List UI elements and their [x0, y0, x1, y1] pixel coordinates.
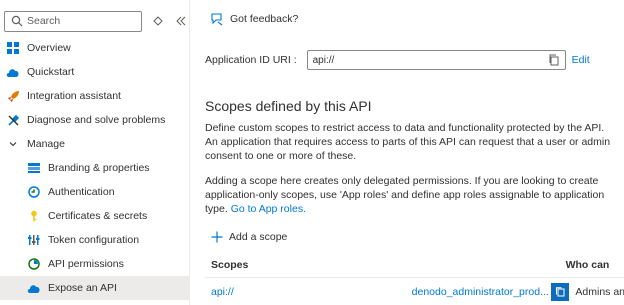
add-scope-label: Add a scope: [229, 231, 288, 243]
plus-icon: [211, 231, 223, 243]
scopes-table-header: Scopes Who can: [205, 252, 624, 278]
scope-link[interactable]: api://: [205, 286, 412, 298]
wrench-icon: [6, 113, 20, 127]
who-can-consent-value: Admins an: [575, 286, 624, 298]
sidebar-item-diagnose[interactable]: Diagnose and solve problems: [0, 108, 190, 132]
sidebar-search-row: [4, 10, 190, 32]
sidebar-item-expose-an-api[interactable]: Expose an API: [0, 276, 190, 300]
column-header-scopes: Scopes: [211, 258, 249, 271]
sidebar-item-label: Branding & properties: [48, 162, 150, 174]
feedback-icon: [211, 13, 223, 26]
edit-link[interactable]: Edit: [572, 54, 590, 66]
sidebar-item-branding[interactable]: Branding & properties: [0, 156, 190, 180]
sidebar-item-label: Quickstart: [27, 66, 75, 78]
app-id-uri-row: Application ID URI : api:// Edit: [205, 50, 590, 70]
sidebar-item-label: Manage: [27, 138, 65, 150]
delegated-permissions-note: Adding a scope here creates only delegat…: [205, 174, 615, 216]
branding-icon: [27, 161, 41, 175]
key-icon: [27, 209, 41, 223]
sidebar-item-quickstart[interactable]: Quickstart: [0, 60, 190, 84]
options-icon[interactable]: [151, 14, 165, 28]
main-content: Got feedback? Application ID URI : api:/…: [191, 0, 624, 305]
search-icon: [11, 15, 23, 27]
scope-name-link[interactable]: denodo_administrator_prod...: [412, 286, 552, 298]
app-id-uri-value: api://: [312, 54, 335, 66]
api-permissions-icon: [27, 257, 41, 271]
sidebar-item-overview[interactable]: Overview: [0, 36, 190, 60]
copy-scope-icon[interactable]: [551, 283, 570, 301]
feedback-label: Got feedback?: [230, 13, 299, 25]
cloud-api-icon: [27, 281, 41, 295]
add-scope-button[interactable]: Add a scope: [211, 231, 287, 243]
search-input[interactable]: [27, 15, 127, 27]
collapse-sidebar-icon[interactable]: [174, 14, 188, 28]
overview-icon: [6, 41, 20, 55]
scopes-description: Define custom scopes to restrict access …: [205, 122, 611, 162]
table-row: api:// denodo_administrator_prod... Admi…: [205, 280, 624, 304]
column-header-who-can-consent: Who can: [565, 258, 610, 271]
sidebar: Overview Quickstart Integration assistan…: [0, 0, 190, 305]
app-id-uri-field[interactable]: api://: [306, 50, 566, 70]
token-config-icon: [27, 233, 41, 247]
authentication-icon: [27, 185, 41, 199]
sidebar-item-api-permissions[interactable]: API permissions: [0, 252, 190, 276]
sidebar-item-label: Integration assistant: [27, 90, 121, 102]
sidebar-item-token-configuration[interactable]: Token configuration: [0, 228, 190, 252]
sidebar-item-label: Overview: [27, 42, 71, 54]
sidebar-item-certificates[interactable]: Certificates & secrets: [0, 204, 190, 228]
rocket-icon: [6, 89, 20, 103]
chevron-down-icon: [6, 137, 20, 151]
sidebar-item-label: Authentication: [48, 186, 115, 198]
search-box[interactable]: [4, 10, 142, 32]
sidebar-item-label: Certificates & secrets: [48, 210, 148, 222]
feedback-button[interactable]: Got feedback?: [210, 12, 298, 26]
go-to-app-roles-link[interactable]: Go to App roles.: [231, 203, 306, 215]
sidebar-item-label: Token configuration: [48, 234, 140, 246]
app-id-uri-label: Application ID URI :: [205, 54, 297, 66]
copy-icon[interactable]: [548, 54, 560, 66]
cloud-icon: [6, 65, 20, 79]
sidebar-item-label: Expose an API: [48, 282, 117, 294]
sidebar-item-label: API permissions: [48, 258, 124, 270]
sidebar-group-manage[interactable]: Manage: [0, 132, 190, 156]
section-title: Scopes defined by this API: [205, 98, 372, 114]
sidebar-item-label: Diagnose and solve problems: [27, 114, 166, 126]
sidebar-item-authentication[interactable]: Authentication: [0, 180, 190, 204]
sidebar-item-integration-assistant[interactable]: Integration assistant: [0, 84, 190, 108]
